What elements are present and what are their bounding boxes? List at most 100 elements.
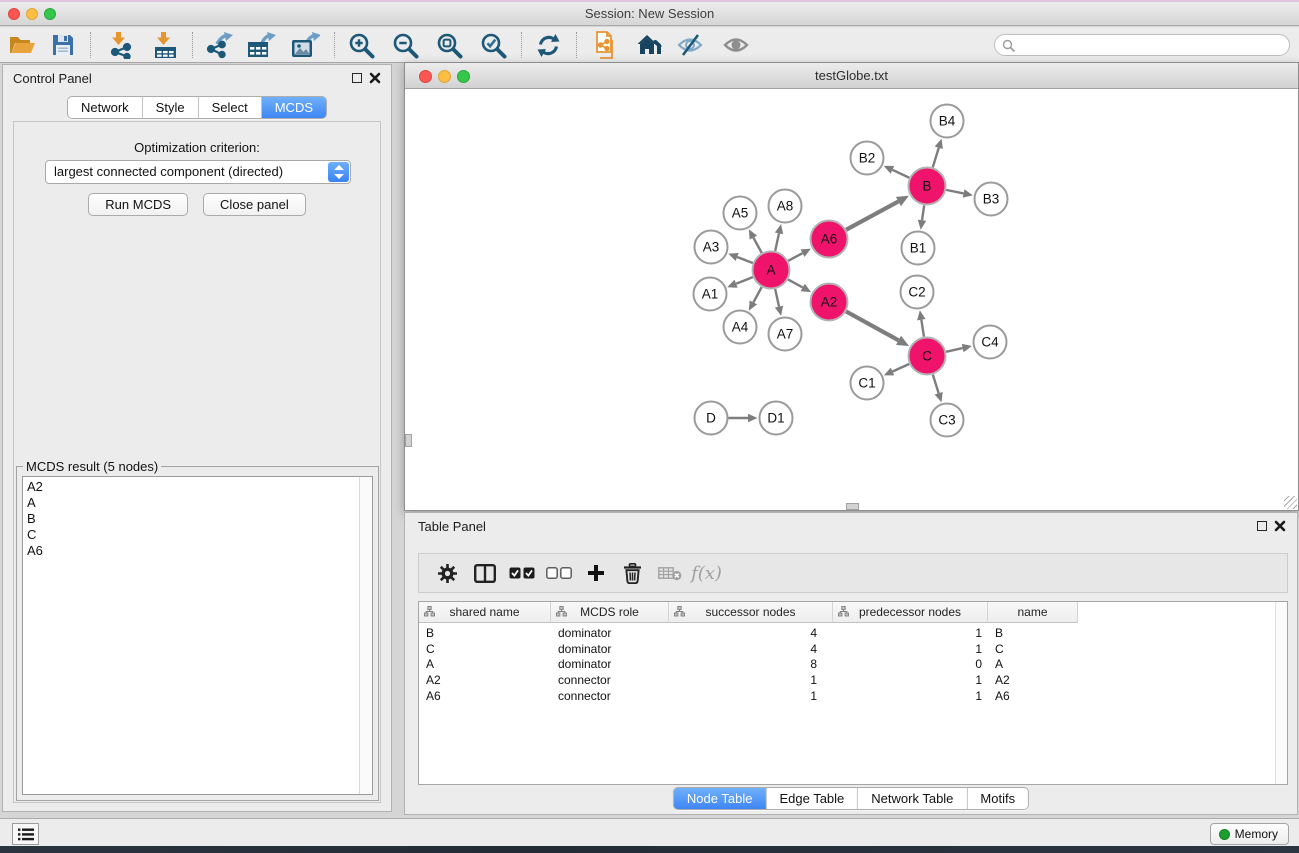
graph-node-B2[interactable]: B2	[851, 142, 884, 175]
graph-node-A5[interactable]: A5	[724, 197, 757, 230]
export-network-icon[interactable]	[202, 30, 236, 60]
close-panel-icon[interactable]	[369, 71, 381, 84]
graph-node-C1[interactable]: C1	[851, 367, 884, 400]
column-header-name[interactable]: name	[988, 602, 1078, 623]
criterion-dropdown[interactable]: largest connected component (directed)	[45, 160, 351, 184]
export-image-icon[interactable]	[288, 30, 322, 60]
table-cell[interactable]: connector	[551, 673, 669, 689]
graph-edge-A-A1[interactable]	[736, 277, 753, 284]
table-cell[interactable]: 8	[669, 657, 833, 673]
table-cell[interactable]: C	[988, 642, 1078, 658]
graph-edge-C-C4[interactable]	[946, 348, 963, 352]
table-cell[interactable]: 1	[833, 689, 988, 705]
graph-edge-A-A8[interactable]	[775, 233, 779, 251]
delete-column-icon[interactable]	[614, 563, 651, 584]
graph-edge-A-A6[interactable]	[788, 253, 802, 261]
graph-node-A3[interactable]: A3	[695, 231, 728, 264]
table-cell[interactable]: A2	[419, 673, 551, 689]
save-session-icon[interactable]	[46, 30, 80, 60]
minimize-window-button[interactable]	[26, 8, 38, 20]
graph-node-C4[interactable]: C4	[974, 326, 1007, 359]
tab-network[interactable]: Network	[68, 97, 142, 118]
tab-style[interactable]: Style	[142, 97, 198, 118]
graph-node-A1[interactable]: A1	[694, 278, 727, 311]
table-cell[interactable]: 1	[833, 642, 988, 658]
resize-grip[interactable]	[1284, 496, 1297, 509]
zoom-fit-icon[interactable]	[432, 30, 466, 60]
graph-edge-B-B4[interactable]	[933, 148, 939, 168]
export-table-icon[interactable]	[244, 30, 278, 60]
column-header-shared-name[interactable]: shared name	[419, 602, 551, 623]
close-table-panel-icon[interactable]	[1274, 519, 1286, 532]
function-builder-icon[interactable]: f(x)	[688, 563, 725, 584]
table-cell[interactable]: 1	[833, 673, 988, 689]
graph-node-A[interactable]: A	[753, 252, 790, 289]
mcds-result-item[interactable]: B	[23, 511, 372, 527]
delete-table-icon[interactable]	[651, 566, 688, 581]
tab-mcds[interactable]: MCDS	[261, 97, 326, 118]
zoom-selected-icon[interactable]	[476, 30, 510, 60]
run-mcds-button[interactable]: Run MCDS	[88, 193, 188, 216]
graph-edge-A-A4[interactable]	[753, 287, 761, 302]
horizontal-scroll-nub[interactable]	[846, 503, 859, 510]
mcds-result-list[interactable]: A2ABCA6	[22, 476, 373, 795]
graph-edge-A-A5[interactable]	[753, 238, 761, 253]
mcds-result-item[interactable]: A2	[23, 479, 372, 495]
open-file-icon[interactable]	[5, 30, 39, 60]
tab-network-table[interactable]: Network Table	[857, 788, 966, 809]
search-input[interactable]	[1019, 36, 1283, 54]
graph-node-B1[interactable]: B1	[902, 232, 935, 265]
show-graphics-details-icon[interactable]	[719, 30, 753, 60]
graph-node-A2[interactable]: A2	[811, 284, 848, 321]
memory-button[interactable]: Memory	[1210, 823, 1289, 845]
search-field[interactable]	[994, 34, 1290, 56]
create-column-icon[interactable]	[577, 564, 614, 582]
table-cell[interactable]: connector	[551, 689, 669, 705]
table-cell[interactable]: 4	[669, 626, 833, 642]
close-window-button[interactable]	[8, 8, 20, 20]
graph-edge-A-A3[interactable]	[737, 257, 753, 263]
graph-node-A8[interactable]: A8	[769, 190, 802, 223]
table-cell[interactable]: A2	[988, 673, 1078, 689]
table-cell[interactable]: C	[419, 642, 551, 658]
zoom-in-icon[interactable]	[344, 30, 378, 60]
select-all-icon[interactable]	[503, 567, 540, 579]
table-cell[interactable]: dominator	[551, 642, 669, 658]
graph-edge-A6-B[interactable]	[846, 201, 898, 229]
table-cell[interactable]: B	[419, 626, 551, 642]
tab-select[interactable]: Select	[198, 97, 261, 118]
graph-edge-C-C3[interactable]	[933, 375, 939, 394]
table-cell[interactable]: 1	[669, 689, 833, 705]
tab-motifs[interactable]: Motifs	[966, 788, 1028, 809]
duplicate-network-icon[interactable]	[588, 30, 622, 60]
dropdown-stepper-icon[interactable]	[328, 162, 349, 182]
graph-node-B4[interactable]: B4	[931, 105, 964, 138]
table-cell[interactable]: 4	[669, 642, 833, 658]
graph-edge-A-A7[interactable]	[775, 289, 779, 307]
column-header-MCDS-role[interactable]: MCDS role	[551, 602, 669, 623]
tab-node-table[interactable]: Node Table	[674, 788, 766, 809]
graph-node-C3[interactable]: C3	[931, 404, 964, 437]
column-header-predecessor-nodes[interactable]: predecessor nodes	[833, 602, 988, 623]
tab-edge-table[interactable]: Edge Table	[765, 788, 857, 809]
network-window-titlebar[interactable]: testGlobe.txt	[405, 63, 1298, 89]
graph-node-C[interactable]: C	[909, 338, 946, 375]
graph-edge-B-B2[interactable]	[892, 170, 909, 178]
mcds-result-item[interactable]: A6	[23, 543, 372, 559]
mcds-result-item[interactable]: A	[23, 495, 372, 511]
table-scrollbar[interactable]	[1275, 602, 1287, 784]
table-options-gear-icon[interactable]	[429, 563, 466, 584]
graph-node-A6[interactable]: A6	[811, 221, 848, 258]
graph-edge-A-A2[interactable]	[788, 279, 803, 287]
float-table-panel-icon[interactable]	[1257, 521, 1267, 531]
import-table-icon[interactable]	[149, 30, 183, 60]
graph-node-B[interactable]: B	[909, 168, 946, 205]
graph-edge-C-C1[interactable]	[893, 364, 910, 372]
deselect-all-icon[interactable]	[540, 567, 577, 579]
table-cell[interactable]: dominator	[551, 626, 669, 642]
table-cell[interactable]: 0	[833, 657, 988, 673]
graph-node-A7[interactable]: A7	[769, 318, 802, 351]
table-cell[interactable]: A	[988, 657, 1078, 673]
zoom-network-button[interactable]	[457, 70, 470, 83]
close-network-button[interactable]	[419, 70, 432, 83]
